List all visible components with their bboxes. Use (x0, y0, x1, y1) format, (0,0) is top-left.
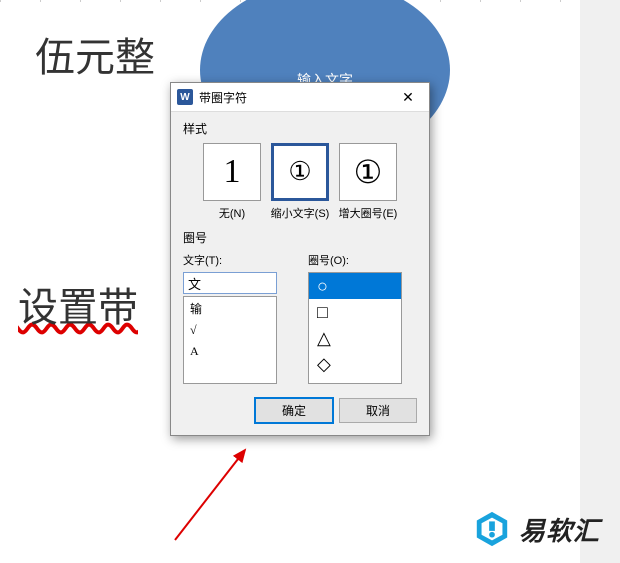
shape-item-circle[interactable]: ○ (309, 273, 401, 299)
shape-item-diamond[interactable]: ◇ (309, 351, 401, 377)
list-item[interactable]: A (184, 341, 276, 362)
style-preview-enlarge: ① (339, 143, 397, 201)
document-text-line2: 设置带 (18, 275, 138, 333)
style-option-enlarge[interactable]: ① 增大圈号(E) (336, 143, 400, 221)
list-item[interactable]: √ (184, 320, 276, 341)
enclose-characters-dialog: W 带圈字符 ✕ 样式 1 无(N) ① 缩小文字(S) ① 增大圈号 (170, 82, 430, 436)
close-button[interactable]: ✕ (393, 87, 423, 107)
shape-item-square[interactable]: □ (309, 299, 401, 325)
enclose-section: 圈号 文字(T): 输 √ A 圈号(O): ○ (183, 229, 417, 384)
dialog-title: W 带圈字符 (177, 89, 247, 106)
style-options: 1 无(N) ① 缩小文字(S) ① 增大圈号(E) (183, 143, 417, 221)
style-option-none[interactable]: 1 无(N) (200, 143, 264, 221)
dialog-title-text: 带圈字符 (199, 89, 247, 106)
shape-item-triangle[interactable]: △ (309, 325, 401, 351)
watermark-logo: 易软汇 (473, 510, 600, 548)
dialog-body: 样式 1 无(N) ① 缩小文字(S) ① 增大圈号(E) 圈号 (171, 112, 429, 435)
style-section-label: 样式 (183, 120, 417, 137)
logo-text: 易软汇 (519, 511, 600, 548)
text-field-label: 文字(T): (183, 252, 292, 268)
style-caption-none: 无(N) (200, 205, 264, 221)
word-app-icon: W (177, 89, 193, 105)
dialog-button-row: 确定 取消 (183, 398, 417, 423)
shape-options-listbox[interactable]: ○ □ △ ◇ (308, 272, 402, 384)
annotation-arrow (160, 445, 280, 545)
shape-field-label: 圈号(O): (308, 252, 417, 268)
enclose-section-label: 圈号 (183, 229, 417, 246)
document-text-line1: 伍元整 (35, 25, 155, 83)
shape-column: 圈号(O): ○ □ △ ◇ (308, 252, 417, 384)
dialog-titlebar[interactable]: W 带圈字符 ✕ (171, 83, 429, 112)
style-preview-shrink: ① (271, 143, 329, 201)
document-page: 伍元整 输入文字 设置带 W 带圈字符 ✕ 样式 1 无(N) ① (0, 0, 580, 563)
circle-icon: ○ (317, 277, 328, 295)
text-input[interactable] (183, 272, 277, 294)
style-option-shrink[interactable]: ① 缩小文字(S) (268, 143, 332, 221)
ok-button[interactable]: 确定 (255, 398, 333, 423)
style-caption-shrink: 缩小文字(S) (268, 205, 332, 221)
cancel-button[interactable]: 取消 (339, 398, 417, 423)
text-options-listbox[interactable]: 输 √ A (183, 296, 277, 384)
app-sidebar (580, 0, 620, 563)
list-item[interactable]: 输 (184, 297, 276, 320)
diamond-icon: ◇ (317, 355, 331, 373)
triangle-icon: △ (317, 329, 331, 347)
style-caption-enlarge: 增大圈号(E) (336, 205, 400, 221)
close-icon: ✕ (402, 89, 414, 106)
style-preview-none: 1 (203, 143, 261, 201)
square-icon: □ (317, 303, 328, 321)
logo-icon (473, 510, 511, 548)
text-column: 文字(T): 输 √ A (183, 252, 292, 384)
